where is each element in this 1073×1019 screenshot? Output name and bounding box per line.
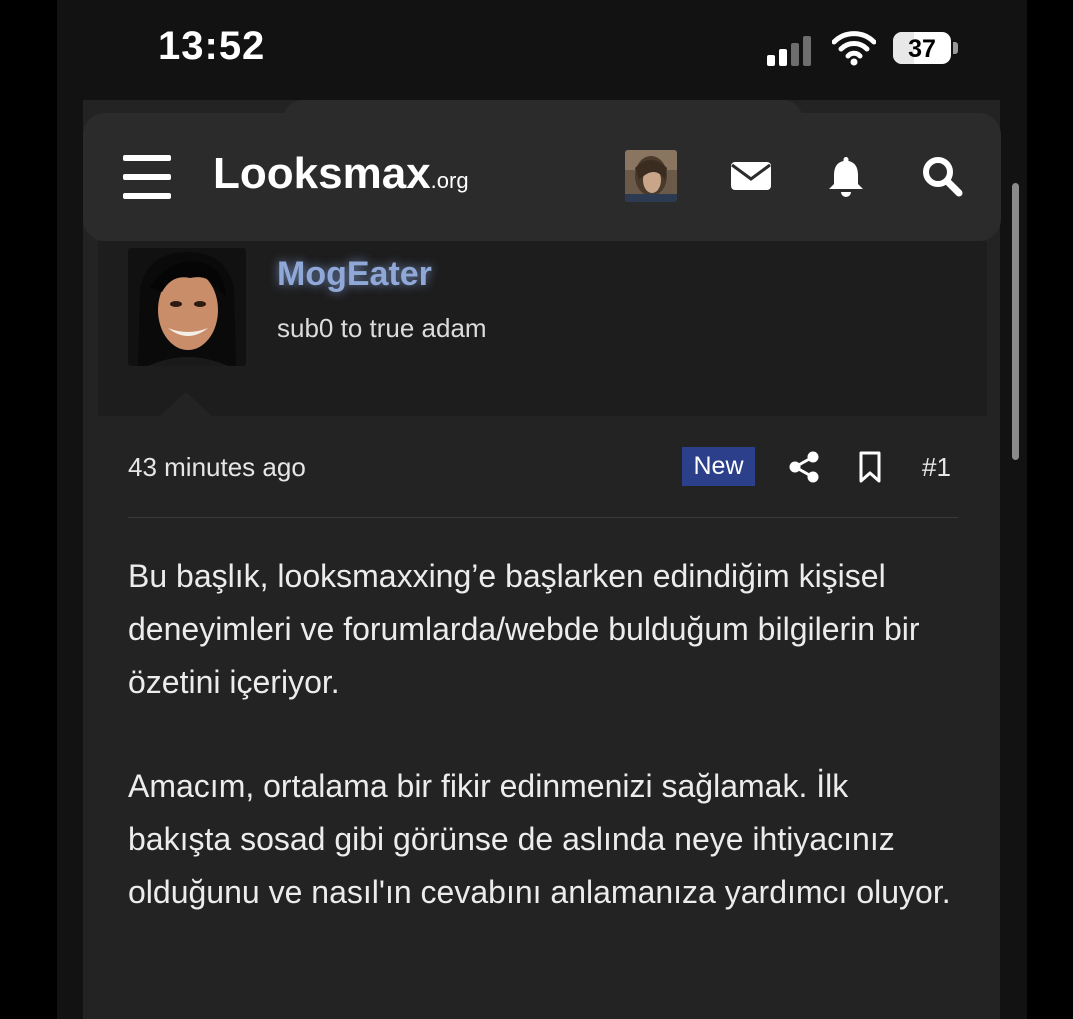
post-paragraph: Bu başlık, looksmaxxing’e başlarken edin… bbox=[128, 558, 920, 700]
post-paragraph: Amacım, ortalama bir fikir edinmenizi sa… bbox=[128, 768, 951, 910]
cellular-signal-icon bbox=[767, 36, 817, 66]
bookmark-icon[interactable] bbox=[856, 450, 884, 484]
author-avatar[interactable] bbox=[128, 248, 246, 366]
logo-text: Looksmax bbox=[213, 149, 431, 198]
scrollbar[interactable] bbox=[1012, 183, 1019, 460]
site-logo[interactable]: Looksmax.org bbox=[213, 149, 469, 199]
status-bar: 13:52 37 bbox=[0, 0, 1073, 100]
bell-icon[interactable] bbox=[823, 153, 869, 199]
author-arrow bbox=[160, 392, 212, 416]
search-icon[interactable] bbox=[919, 153, 965, 199]
account-avatar[interactable] bbox=[625, 150, 677, 202]
post-meta: 43 minutes ago New #1 bbox=[128, 446, 958, 496]
site-navbar: Looksmax.org bbox=[83, 113, 1001, 241]
post-number[interactable]: #1 bbox=[922, 452, 951, 483]
menu-icon[interactable] bbox=[123, 155, 171, 199]
battery-percentage: 37 bbox=[908, 35, 936, 63]
logo-tld: .org bbox=[430, 168, 469, 193]
share-icon[interactable] bbox=[787, 450, 821, 484]
wifi-icon bbox=[832, 31, 876, 66]
post-author-block: MogEater sub0 to true adam bbox=[98, 241, 987, 416]
status-time: 13:52 bbox=[158, 24, 266, 68]
post-divider bbox=[128, 517, 958, 518]
post-timestamp[interactable]: 43 minutes ago bbox=[128, 452, 306, 483]
author-title: sub0 to true adam bbox=[277, 313, 487, 343]
post-body: Bu başlık, looksmaxxing’e başlarken edin… bbox=[128, 550, 958, 970]
battery-icon: 37 bbox=[893, 32, 951, 64]
battery-tip bbox=[953, 42, 958, 54]
new-badge: New bbox=[682, 447, 755, 486]
author-username[interactable]: MogEater bbox=[277, 255, 432, 294]
envelope-icon[interactable] bbox=[728, 153, 774, 199]
